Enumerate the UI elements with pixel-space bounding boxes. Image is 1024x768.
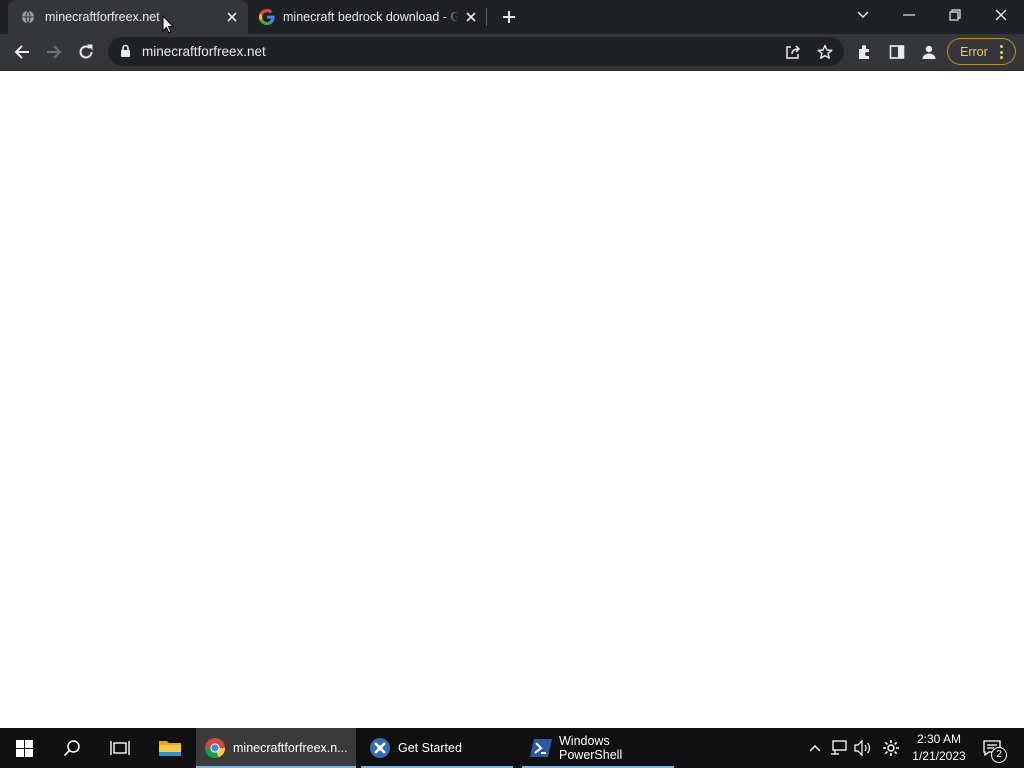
system-clock[interactable]: 2:30 AM 1/21/2023 [904, 731, 974, 765]
minimize-icon [903, 14, 915, 16]
taskbar-app-label: Windows PowerShell [559, 734, 623, 762]
tab-strip: minecraftforfreex.net minecraft bedrock … [0, 0, 1024, 34]
clock-date: 1/21/2023 [912, 749, 966, 763]
file-explorer-button[interactable] [148, 728, 192, 768]
taskbar-app-get-started[interactable]: Get Started [361, 728, 513, 768]
reload-icon [79, 44, 93, 59]
start-button[interactable] [0, 728, 48, 768]
gear-icon [883, 740, 899, 756]
plus-icon [503, 11, 515, 23]
show-hidden-icons-button[interactable] [804, 728, 826, 768]
get-started-icon [369, 737, 391, 759]
minimize-button[interactable] [886, 0, 932, 30]
puzzle-icon [859, 45, 869, 59]
new-tab-button[interactable] [498, 6, 520, 28]
close-tab-icon[interactable] [224, 9, 240, 25]
chrome-icon [204, 737, 226, 759]
chevron-up-icon [809, 745, 821, 752]
google-g-icon [259, 9, 275, 25]
address-bar[interactable]: minecraftforfreex.net [108, 37, 844, 66]
task-view-button[interactable] [96, 728, 144, 768]
chevron-down-icon [857, 11, 869, 18]
taskbar-app-label: Get Started [398, 741, 462, 755]
kebab-menu-icon [999, 45, 1003, 59]
error-menu-button[interactable]: Error [947, 38, 1016, 65]
search-icon [63, 740, 80, 757]
side-panel-icon [889, 45, 905, 59]
close-tab-icon[interactable] [463, 9, 479, 25]
reload-button[interactable] [71, 37, 101, 67]
web-page-content[interactable] [0, 70, 1024, 728]
settings-tray-button[interactable] [879, 728, 903, 768]
lock-icon[interactable] [120, 44, 131, 63]
close-icon [995, 9, 1007, 21]
close-window-button[interactable] [978, 0, 1024, 30]
network-button[interactable] [828, 728, 850, 768]
powershell-icon [530, 737, 552, 759]
error-label: Error [960, 45, 988, 59]
windows-logo-icon [15, 739, 33, 757]
volume-button[interactable] [852, 728, 874, 768]
arrow-right-icon [47, 45, 62, 59]
notification-count-badge: 2 [991, 747, 1007, 763]
tab-title: minecraftforfreex.net [45, 10, 160, 24]
url-text[interactable]: minecraftforfreex.net [142, 44, 266, 59]
extensions-button[interactable] [850, 37, 880, 67]
tab-minecraftforfreex[interactable]: minecraftforfreex.net [8, 0, 248, 34]
back-button[interactable] [7, 37, 37, 67]
windows-taskbar: minecraftforfreex.n... Get Started Windo… [0, 728, 1024, 768]
taskbar-app-powershell[interactable]: Windows PowerShell [522, 728, 674, 768]
folder-icon [159, 741, 181, 756]
taskbar-app-label: minecraftforfreex.n... [233, 741, 348, 755]
side-panel-button[interactable] [882, 37, 912, 67]
person-icon [922, 45, 936, 59]
profile-button[interactable] [914, 37, 944, 67]
arrow-left-icon [14, 45, 29, 59]
task-view-icon [110, 741, 130, 755]
search-button[interactable] [48, 728, 96, 768]
restore-icon [949, 9, 961, 21]
speaker-icon [854, 740, 870, 756]
tab-search-button[interactable] [840, 0, 886, 30]
browser-toolbar: minecraftforfreex.net Error [0, 34, 1024, 70]
taskbar-app-chrome[interactable]: minecraftforfreex.n... [196, 728, 356, 768]
globe-icon [20, 9, 36, 25]
tab-title: minecraft bedrock download - Google Sear… [283, 10, 457, 24]
bookmark-star-icon[interactable] [815, 42, 835, 62]
network-icon [831, 740, 847, 755]
forward-button[interactable] [39, 37, 69, 67]
clock-time: 2:30 AM [916, 732, 962, 746]
restore-button[interactable] [932, 0, 978, 30]
share-icon[interactable] [783, 42, 803, 62]
